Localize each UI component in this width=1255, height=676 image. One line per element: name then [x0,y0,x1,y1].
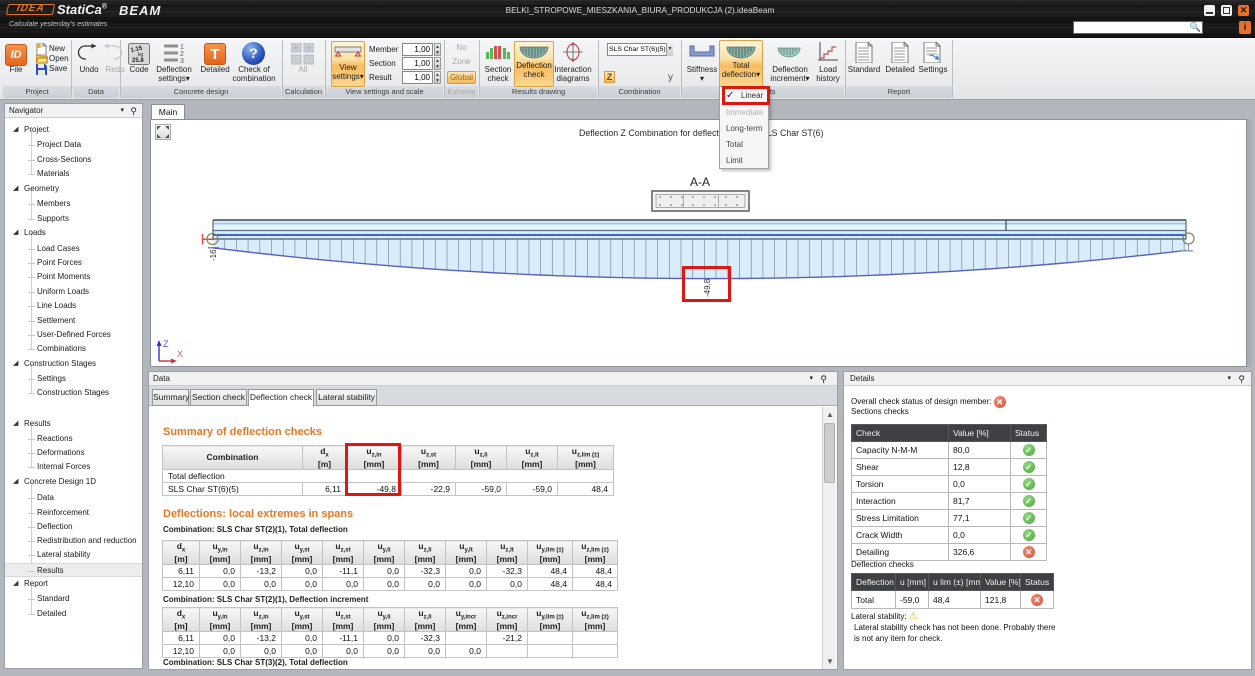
svg-text:25.8: 25.8 [132,58,144,64]
svg-text:Z: Z [163,339,169,349]
svg-text:-49,8: -49,8 [703,278,712,297]
svg-text:2: 2 [180,51,184,58]
svg-text:A-A: A-A [690,175,710,189]
svg-text:-16,: -16, [209,247,218,261]
svg-text:1: 1 [180,44,184,51]
svg-text:X: X [177,349,183,359]
svg-text:3: 3 [180,58,184,65]
